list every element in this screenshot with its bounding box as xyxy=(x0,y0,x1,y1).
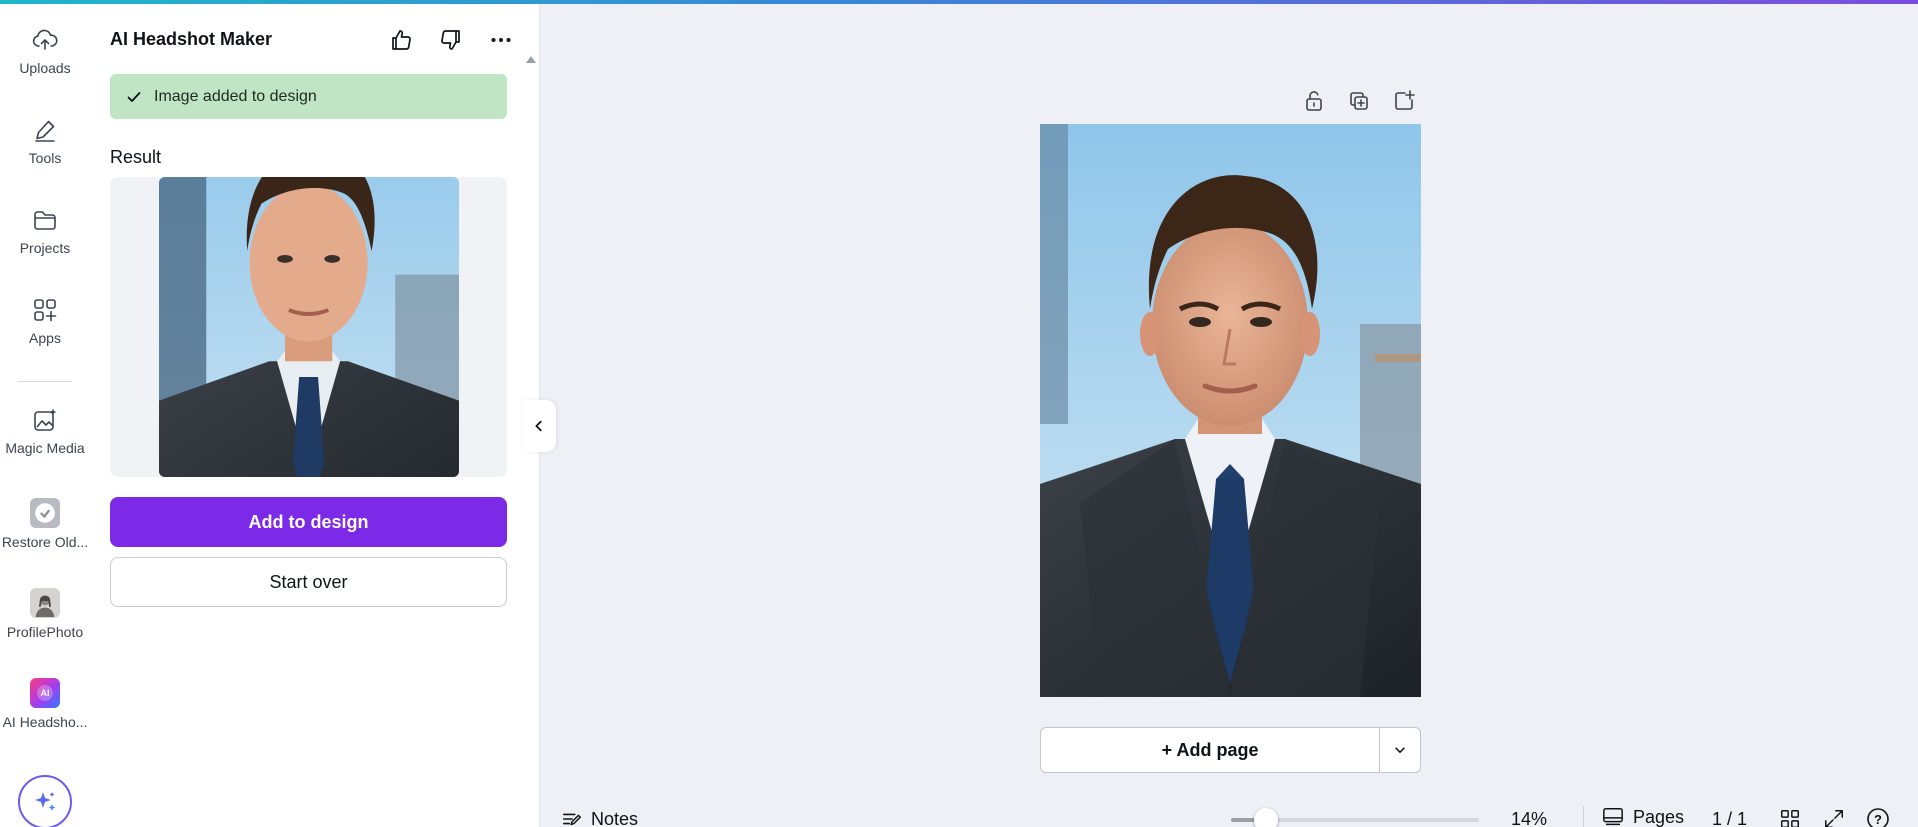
rail-label: Restore Old... xyxy=(1,534,89,550)
collapse-panel-button[interactable] xyxy=(522,400,556,452)
panel-title: AI Headshot Maker xyxy=(110,29,273,49)
restore-old-app-icon xyxy=(30,498,60,528)
rail-label: Magic Media xyxy=(5,440,85,456)
add-page-control: + Add page xyxy=(1040,727,1421,773)
rail-divider xyxy=(18,381,72,382)
rail-label: Apps xyxy=(29,330,61,346)
toast-message: Image added to design xyxy=(154,87,317,105)
more-options-icon[interactable] xyxy=(487,26,515,54)
rail-item-restore-old[interactable]: Restore Old... xyxy=(0,498,90,550)
grid-view-icon[interactable] xyxy=(1777,806,1803,827)
add-to-design-button[interactable]: Add to design xyxy=(110,497,507,547)
sparkle-icon xyxy=(35,792,56,811)
page-toolbar xyxy=(1300,87,1418,115)
fullscreen-icon[interactable] xyxy=(1821,806,1847,827)
result-headshot-image[interactable] xyxy=(159,177,459,477)
rail-item-uploads[interactable]: Uploads xyxy=(0,26,90,76)
chevron-down-icon xyxy=(1395,747,1405,753)
page-count: 1 / 1 xyxy=(1712,809,1748,827)
rail-label: ProfilePhoto xyxy=(6,624,84,640)
rail-item-magic-media[interactable]: Magic Media xyxy=(0,406,90,456)
success-toast: Image added to design xyxy=(110,74,507,119)
start-over-button[interactable]: Start over xyxy=(110,557,507,607)
pages-icon xyxy=(1603,808,1623,826)
divider xyxy=(1583,806,1584,827)
rail-item-profile-photo[interactable]: ProfilePhoto xyxy=(0,588,90,640)
pen-tool-icon xyxy=(35,120,55,142)
result-preview xyxy=(110,177,507,477)
help-glyph: ? xyxy=(1874,812,1882,827)
magic-media-icon xyxy=(34,408,57,431)
add-page-button[interactable]: + Add page xyxy=(1041,728,1381,772)
duplicate-page-icon[interactable] xyxy=(1345,87,1373,115)
unlock-icon[interactable] xyxy=(1300,87,1328,115)
zoom-level[interactable]: 14% xyxy=(1511,809,1547,827)
magic-assistant-button[interactable] xyxy=(18,775,72,827)
rail-label: Projects xyxy=(19,240,71,256)
chevron-left-icon xyxy=(535,420,542,432)
apps-grid-icon xyxy=(34,299,57,322)
ai-badge: AI xyxy=(37,685,53,701)
design-page[interactable] xyxy=(1040,124,1421,697)
result-heading: Result xyxy=(110,147,162,167)
rail-label: AI Headsho... xyxy=(2,714,88,730)
notes-label: Notes xyxy=(591,808,639,827)
add-page-options-button[interactable] xyxy=(1380,728,1420,772)
check-icon xyxy=(127,91,141,102)
rail-item-tools[interactable]: Tools xyxy=(0,116,90,166)
rail-item-projects[interactable]: Projects xyxy=(0,206,90,256)
design-headshot-image[interactable] xyxy=(1040,124,1421,697)
panel-actions xyxy=(387,26,515,54)
cloud-upload-icon xyxy=(32,29,58,50)
rail-label: Uploads xyxy=(19,60,71,76)
notes-icon xyxy=(562,813,581,826)
notes-button[interactable]: Notes xyxy=(561,808,638,827)
side-rail: Uploads Tools Projects Apps Magic Media … xyxy=(0,4,90,827)
thumbs-up-icon[interactable] xyxy=(387,26,415,54)
help-icon[interactable]: ? xyxy=(1865,806,1891,827)
zoom-slider-thumb[interactable] xyxy=(1253,808,1278,827)
bottom-bar: Notes 14% Pages 1 / 1 ? xyxy=(541,800,1918,827)
pages-label: Pages xyxy=(1633,806,1685,827)
add-page-icon[interactable] xyxy=(1390,87,1418,115)
rail-label: Tools xyxy=(28,150,62,166)
ai-headshot-panel: AI Headshot Maker Image added to design … xyxy=(90,4,540,827)
thumbs-down-icon[interactable] xyxy=(437,26,465,54)
folder-icon xyxy=(34,211,56,230)
rail-item-apps[interactable]: Apps xyxy=(0,296,90,346)
zoom-slider[interactable] xyxy=(1231,808,1479,827)
rail-item-ai-headshot[interactable]: AI AI Headsho... xyxy=(0,678,90,730)
profile-photo-app-icon xyxy=(30,588,60,618)
scrollbar-up-arrow[interactable] xyxy=(526,56,536,63)
ai-headshot-app-icon: AI xyxy=(30,678,60,708)
pages-button[interactable]: Pages xyxy=(1601,806,1684,827)
